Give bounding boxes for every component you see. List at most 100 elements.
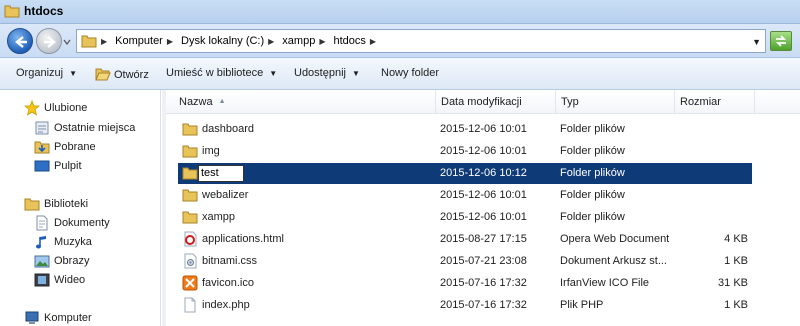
- nav-item-favorites[interactable]: Ulubione: [24, 99, 87, 117]
- file-type: Dokument Arkusz st...: [560, 255, 667, 267]
- file-row[interactable]: applications.html 2015-08-27 17:15 Opera…: [178, 229, 752, 250]
- file-type: Plik PHP: [560, 299, 604, 311]
- nav-item-label: Muzyka: [54, 236, 92, 248]
- breadcrumb: ▶ Komputer ▶ Dysk lokalny (C:) ▶ xampp ▶…: [101, 35, 384, 47]
- breadcrumb-item-komputer[interactable]: Komputer: [115, 35, 163, 47]
- address-bar[interactable]: ▶ Komputer ▶ Dysk lokalny (C:) ▶ xampp ▶…: [76, 29, 766, 53]
- breadcrumb-chevron-icon[interactable]: ▶: [167, 37, 173, 46]
- folder-icon: [182, 211, 198, 224]
- ico-file-icon: [182, 275, 198, 291]
- recent-pages-chevron-icon[interactable]: [62, 37, 72, 47]
- nav-item-documents[interactable]: Dokumenty: [34, 214, 110, 232]
- file-row[interactable]: index.php 2015-07-16 17:32 Plik PHP 1 KB: [178, 295, 752, 316]
- videos-icon: [34, 273, 50, 287]
- file-type: IrfanView ICO File: [560, 277, 650, 289]
- file-size: 4 KB: [724, 233, 748, 245]
- folder-icon: [4, 5, 20, 18]
- file-row[interactable]: xampp 2015-12-06 10:01 Folder plików: [178, 207, 752, 228]
- desktop-icon: [34, 160, 50, 172]
- column-header-name[interactable]: Nazwa ▲: [174, 90, 436, 114]
- breadcrumb-chevron-icon[interactable]: ▶: [370, 37, 376, 46]
- file-row[interactable]: favicon.ico 2015-07-16 17:32 IrfanView I…: [178, 273, 752, 294]
- file-modified: 2015-12-06 10:01: [440, 211, 527, 223]
- file-name: applications.html: [202, 233, 284, 245]
- new-folder-button[interactable]: Nowy folder: [381, 67, 439, 79]
- nav-item-recent-places[interactable]: Ostatnie miejsca: [34, 119, 135, 137]
- arrow-left-icon: [15, 36, 27, 48]
- file-row[interactable]: webalizer 2015-12-06 10:01 Folder plików: [178, 185, 752, 206]
- back-button[interactable]: [7, 28, 33, 54]
- refresh-button[interactable]: [770, 31, 792, 51]
- nav-item-libraries[interactable]: Biblioteki: [24, 195, 88, 213]
- file-modified: 2015-07-21 23:08: [440, 255, 527, 267]
- file-row[interactable]: img 2015-12-06 10:01 Folder plików: [178, 141, 752, 162]
- file-name: img: [202, 145, 220, 157]
- nav-item-videos[interactable]: Wideo: [34, 271, 85, 289]
- breadcrumb-item-drive[interactable]: Dysk lokalny (C:): [181, 35, 264, 47]
- chevron-down-icon: ▼: [269, 69, 278, 78]
- nav-item-label: Dokumenty: [54, 217, 110, 229]
- nav-item-music[interactable]: Muzyka: [34, 233, 92, 251]
- file-type: Folder plików: [560, 145, 625, 157]
- new-folder-label: Nowy folder: [381, 67, 440, 79]
- file-type: Folder plików: [560, 189, 625, 201]
- forward-button[interactable]: [36, 28, 62, 54]
- sort-ascending-icon: ▲: [218, 98, 226, 105]
- share-button[interactable]: Udostępnij ▼: [294, 67, 360, 79]
- documents-icon: [36, 215, 48, 231]
- file-modified: 2015-07-16 17:32: [440, 299, 527, 311]
- column-header-type[interactable]: Typ: [556, 90, 675, 114]
- title-bar[interactable]: htdocs: [0, 0, 800, 24]
- open-folder-icon: [95, 68, 111, 81]
- file-size: 1 KB: [724, 255, 748, 267]
- nav-item-desktop[interactable]: Pulpit: [34, 157, 82, 175]
- nav-item-downloads[interactable]: Pobrane: [34, 138, 96, 156]
- nav-item-computer[interactable]: Komputer: [24, 309, 92, 326]
- column-header-label: Rozmiar: [680, 96, 721, 108]
- file-name: favicon.ico: [202, 277, 254, 289]
- breadcrumb-chevron-icon[interactable]: ▶: [319, 37, 325, 46]
- breadcrumb-item-htdocs[interactable]: htdocs: [333, 35, 365, 47]
- file-type: Folder plików: [560, 167, 625, 179]
- include-in-library-button[interactable]: Umieść w bibliotece ▼: [166, 67, 277, 79]
- share-label: Udostępnij: [294, 67, 346, 79]
- navigation-pane: Ulubione Ostatnie miejsca Pobrane Pulpit: [0, 90, 161, 326]
- computer-icon: [25, 311, 39, 324]
- nav-item-pictures[interactable]: Obrazy: [34, 252, 89, 270]
- file-modified: 2015-12-06 10:01: [440, 123, 527, 135]
- breadcrumb-chevron-icon[interactable]: ▶: [101, 37, 107, 46]
- refresh-icon: [775, 35, 787, 47]
- file-modified: 2015-12-06 10:12: [440, 167, 527, 179]
- nav-item-label: Biblioteki: [44, 198, 89, 210]
- column-header-label: Data modyfikacji: [441, 96, 522, 108]
- nav-item-label: Ulubione: [44, 102, 88, 114]
- nav-item-label: Ostatnie miejsca: [54, 122, 136, 134]
- pictures-icon: [34, 255, 50, 268]
- file-row[interactable]: bitnami.css 2015-07-21 23:08 Dokument Ar…: [178, 251, 752, 272]
- organize-label: Organizuj: [16, 67, 64, 79]
- file-row-selected[interactable]: test 2015-12-06 10:12 Folder plików: [178, 163, 752, 184]
- folder-icon: [182, 145, 198, 158]
- breadcrumb-chevron-icon[interactable]: ▶: [268, 37, 274, 46]
- organize-button[interactable]: Organizuj ▼: [16, 67, 77, 79]
- open-button[interactable]: Otwórz: [95, 67, 149, 81]
- nav-item-label: Pulpit: [54, 160, 82, 172]
- file-icon: [184, 297, 196, 313]
- folder-icon: [81, 35, 97, 48]
- include-in-library-label: Umieść w bibliotece: [166, 67, 264, 79]
- file-name: xampp: [202, 211, 236, 223]
- file-size: 1 KB: [724, 299, 748, 311]
- downloads-folder-icon: [34, 141, 50, 154]
- file-row[interactable]: dashboard 2015-12-06 10:01 Folder plików: [178, 119, 752, 140]
- folder-icon: [182, 123, 198, 136]
- star-icon: [24, 100, 40, 116]
- file-name: index.php: [202, 299, 250, 311]
- breadcrumb-item-xampp[interactable]: xampp: [282, 35, 315, 47]
- file-modified: 2015-12-06 10:01: [440, 145, 527, 157]
- nav-item-label: Wideo: [54, 274, 86, 286]
- column-header-size[interactable]: Rozmiar: [675, 90, 755, 114]
- address-history-dropdown-icon[interactable]: ▼: [752, 37, 761, 47]
- folder-icon: [182, 167, 198, 180]
- rename-input[interactable]: test: [198, 165, 244, 182]
- column-header-modified[interactable]: Data modyfikacji: [436, 90, 556, 114]
